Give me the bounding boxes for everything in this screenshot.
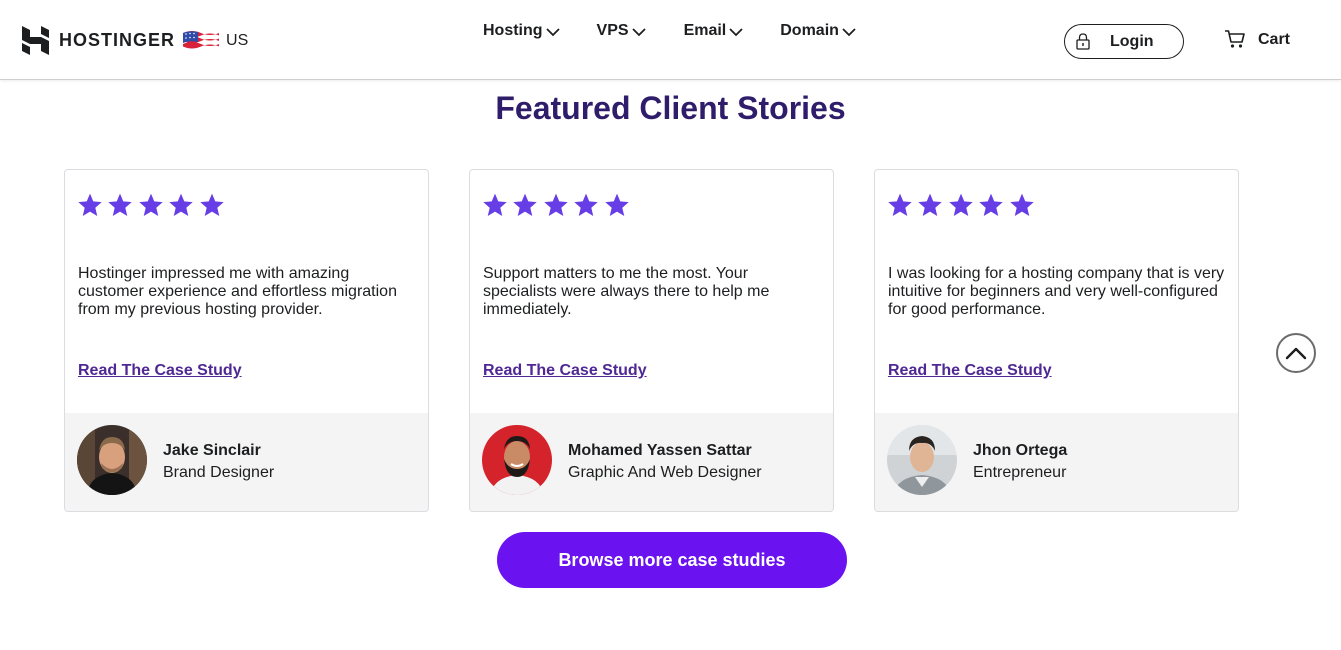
- nav-domain[interactable]: Domain: [780, 22, 857, 40]
- author-block: Jake Sinclair Brand Designer: [65, 413, 428, 511]
- testimonial-quote: I was looking for a hosting company that…: [888, 265, 1225, 318]
- star-icon: [888, 193, 912, 217]
- author-name: Jake Sinclair: [163, 442, 261, 459]
- author-role: Graphic And Web Designer: [568, 464, 762, 481]
- star-icon: [199, 193, 224, 217]
- scroll-to-top-button[interactable]: [1276, 333, 1316, 373]
- author-block: Jhon Ortega Entrepreneur: [875, 413, 1238, 511]
- star-icon: [1009, 193, 1034, 217]
- star-icon: [949, 193, 973, 217]
- browse-case-studies-button[interactable]: Browse more case studies: [497, 532, 847, 588]
- star-icon: [139, 193, 163, 217]
- star-rating: [482, 192, 634, 218]
- read-case-study-link[interactable]: Read The Case Study: [78, 362, 242, 380]
- lock-icon: [1076, 33, 1090, 50]
- chevron-down-icon: [545, 28, 560, 37]
- author-role: Brand Designer: [163, 464, 275, 481]
- region-label: US: [226, 31, 249, 49]
- chevron-down-icon: [631, 28, 646, 37]
- avatar: [77, 425, 147, 495]
- read-case-study-link[interactable]: Read The Case Study: [483, 362, 647, 380]
- star-rating: [887, 192, 1039, 218]
- avatar: [887, 425, 957, 495]
- star-icon: [108, 193, 133, 217]
- cart-icon: [1225, 30, 1245, 48]
- login-button[interactable]: Login: [1064, 24, 1184, 59]
- star-rating: [77, 192, 229, 218]
- author-block: Mohamed Yassen Sattar Graphic And Web De…: [470, 413, 833, 511]
- author-role: Entrepreneur: [973, 464, 1067, 481]
- nav-email-label: Email: [683, 22, 727, 39]
- star-icon: [574, 193, 598, 217]
- read-case-study-link[interactable]: Read The Case Study: [888, 362, 1052, 380]
- brand-name: HOSTINGER: [59, 30, 176, 50]
- star-icon: [604, 193, 629, 217]
- chevron-down-icon: [842, 28, 856, 37]
- testimonial-card: I was looking for a hosting company that…: [874, 169, 1239, 512]
- testimonial-quote: Support matters to me the most. Your spe…: [483, 265, 770, 318]
- us-flag-icon: [183, 30, 220, 51]
- chevron-down-icon: [729, 28, 743, 37]
- login-label: Login: [1110, 32, 1154, 50]
- main-nav: Hosting VPS Email Domain: [483, 22, 857, 40]
- testimonial-card: Support matters to me the most. Your spe…: [469, 169, 834, 512]
- testimonial-quote: Hostinger impressed me with amazing cust…: [78, 265, 397, 318]
- star-icon: [78, 193, 102, 217]
- nav-vps-label: VPS: [596, 22, 629, 39]
- brand-logo[interactable]: HOSTINGER US: [22, 26, 248, 55]
- cart-label: Cart: [1258, 31, 1291, 48]
- author-name: Jhon Ortega: [973, 442, 1068, 459]
- star-icon: [918, 193, 943, 217]
- star-icon: [169, 193, 193, 217]
- testimonial-card: Hostinger impressed me with amazing cust…: [64, 169, 429, 512]
- site-header: HOSTINGER US Hosting VPS Email Domain Lo…: [0, 0, 1341, 80]
- chevron-up-icon: [1285, 347, 1307, 360]
- nav-hosting-label: Hosting: [483, 22, 543, 39]
- nav-hosting[interactable]: Hosting: [483, 22, 561, 40]
- nav-vps[interactable]: VPS: [597, 22, 647, 40]
- author-name: Mohamed Yassen Sattar: [568, 442, 752, 459]
- avatar: [482, 425, 552, 495]
- star-icon: [544, 193, 568, 217]
- star-icon: [483, 193, 507, 217]
- section-title: Featured Client Stories: [495, 90, 846, 126]
- hostinger-logo-icon: [22, 26, 49, 55]
- cart-link[interactable]: Cart: [1224, 29, 1290, 49]
- nav-email[interactable]: Email: [684, 22, 745, 40]
- star-icon: [979, 193, 1003, 217]
- nav-domain-label: Domain: [780, 22, 839, 39]
- star-icon: [513, 193, 538, 217]
